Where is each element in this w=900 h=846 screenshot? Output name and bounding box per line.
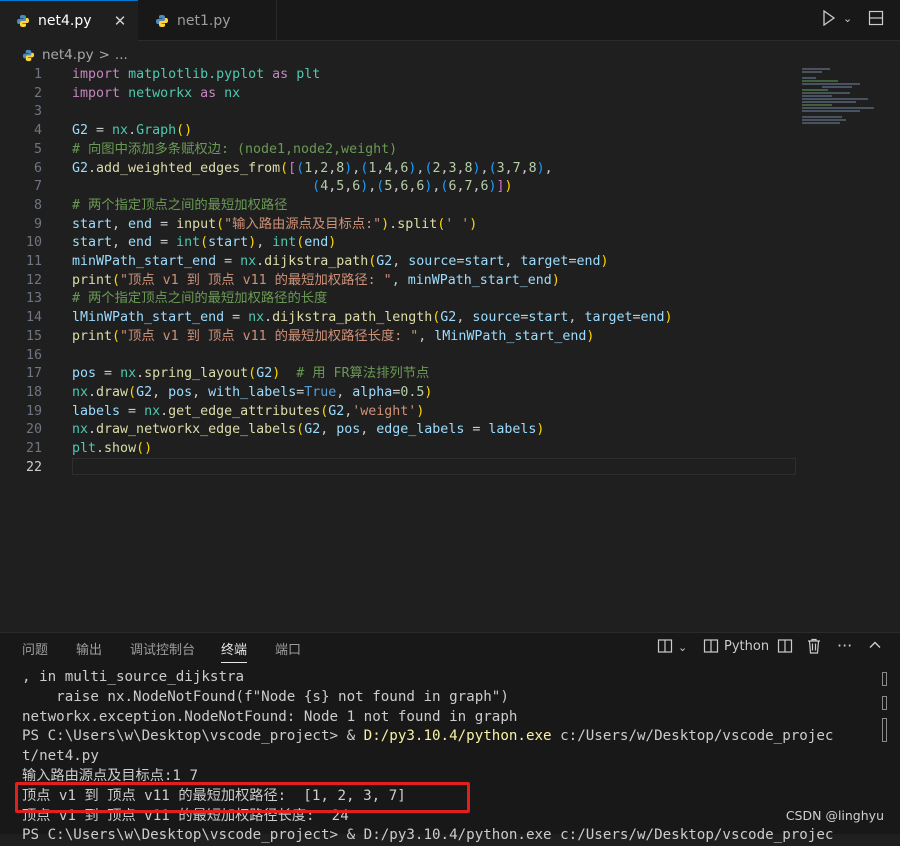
- code-line: # 两个指定顶点之间的最短加权路径: [72, 197, 288, 213]
- line-number: 8: [33, 197, 42, 213]
- code-line: nx.draw(G2, pos, with_labels=True, alpha…: [72, 384, 433, 400]
- run-dropdown-icon[interactable]: ⌄: [843, 12, 852, 32]
- line-number: 12: [25, 272, 42, 288]
- tab-net1[interactable]: net1.py: [139, 0, 277, 41]
- code-line: pos = nx.spring_layout(G2) # 用 FR算法排列节点: [72, 366, 430, 382]
- tab-net4[interactable]: net4.py ✕: [0, 0, 138, 41]
- line-number: 21: [25, 441, 42, 456]
- minimap[interactable]: [800, 66, 880, 126]
- line-number-current: 22: [25, 459, 42, 475]
- highlight-box: [15, 782, 470, 813]
- line-number: 1: [33, 67, 42, 82]
- trash-icon[interactable]: [807, 638, 821, 658]
- terminal-line: PS C:\Users\w\Desktop\vscode_project> & …: [22, 827, 834, 844]
- split-editor-icon[interactable]: [868, 10, 884, 30]
- code-line: G2 = nx.Graph(): [72, 123, 193, 139]
- terminal-line: , in multi_source_dijkstra: [22, 669, 245, 685]
- tab-label: net4.py: [38, 13, 92, 29]
- terminal-line: networkx.exception.NodeNotFound: Node 1 …: [22, 708, 518, 725]
- python-terminal-icon: [703, 638, 719, 658]
- close-icon[interactable]: ✕: [112, 12, 128, 30]
- line-number: 7: [33, 179, 42, 195]
- python-file-icon: [22, 49, 35, 61]
- line-number: 4: [33, 123, 42, 139]
- line-number: 5: [33, 141, 42, 157]
- code-line: # 向图中添加多条赋权边: (node1,node2,weight): [72, 141, 398, 157]
- tab-ports[interactable]: 端口: [275, 639, 301, 659]
- maximize-panel-icon[interactable]: [868, 638, 882, 656]
- code-line: print("顶点 v1 到 顶点 v11 的最短加权路径长度: ", lMin…: [72, 328, 595, 344]
- line-number: 18: [25, 384, 42, 400]
- new-terminal-split-icon[interactable]: [657, 638, 673, 658]
- code-line: start, end = input("输入路由源点及目标点:").split(…: [72, 216, 478, 232]
- tab-output[interactable]: 输出: [76, 639, 102, 659]
- python-file-icon: [156, 14, 168, 27]
- line-number: 9: [33, 216, 42, 232]
- editor-tab-bar: net4.py ✕ net1.py ⌄: [0, 0, 900, 41]
- tab-debug-console[interactable]: 调试控制台: [130, 639, 195, 659]
- code-line: start, end = int(start), int(end): [72, 235, 337, 251]
- code-line: lMinWPath_start_end = nx.dijkstra_path_l…: [72, 310, 673, 326]
- terminal-script-path: c:/Users/w/Desktop/vscode_projec: [551, 728, 834, 745]
- code-line: (4,5,6),(5,6,6),(6,7,6)]): [312, 179, 513, 195]
- python-file-icon: [17, 15, 29, 27]
- run-icon[interactable]: [822, 9, 836, 30]
- line-number: 14: [25, 310, 42, 326]
- terminal-line: PS C:\Users\w\Desktop\vscode_project> & …: [22, 727, 882, 747]
- code-editor[interactable]: 1 import matplotlib.pyplot as plt 2 import…: [0, 66, 900, 631]
- split-terminal-icon[interactable]: [777, 638, 793, 658]
- breadcrumb-separator: >: [98, 47, 110, 63]
- line-number: 15: [25, 328, 42, 344]
- code-line: # 两个指定顶点之间的最短加权路径的长度: [72, 291, 328, 307]
- line-number: 6: [33, 160, 42, 176]
- tab-problems[interactable]: 问题: [22, 639, 48, 659]
- code-line: G2.add_weighted_edges_from([(1,2,8),(1,4…: [72, 160, 553, 176]
- line-number: 11: [25, 254, 42, 269]
- line-number: 3: [33, 104, 42, 120]
- code-line: print("顶点 v1 到 顶点 v11 的最短加权路径: ", minWPa…: [72, 272, 560, 288]
- terminal-prompt: PS C:\Users\w\Desktop\vscode_project> &: [22, 728, 364, 745]
- terminal-output[interactable]: , in multi_source_dijkstra raise nx.Node…: [22, 668, 882, 846]
- line-number: 2: [33, 85, 42, 101]
- breadcrumb-file[interactable]: net4.py: [42, 47, 94, 63]
- code-line: import networkx as nx: [72, 85, 241, 101]
- line-number: 19: [25, 403, 42, 419]
- code-line: plt.show(): [72, 441, 153, 456]
- watermark: CSDN @linghyu: [785, 808, 884, 823]
- code-line: minWPath_start_end = nx.dijkstra_path(G2…: [72, 254, 609, 269]
- chevron-down-icon[interactable]: ⌄: [678, 641, 687, 654]
- line-number: 13: [25, 291, 42, 307]
- line-number: 10: [25, 235, 42, 251]
- code-line: nx.draw_networkx_edge_labels(G2, pos, ed…: [72, 422, 545, 438]
- more-icon[interactable]: ···: [837, 636, 852, 655]
- terminal-line: t/net4.py: [22, 748, 99, 765]
- line-number: 20: [25, 422, 42, 438]
- line-number: 17: [25, 366, 42, 382]
- breadcrumb: net4.py > ...: [22, 45, 128, 65]
- terminal-shell-label[interactable]: Python: [724, 639, 769, 654]
- line-number: 16: [25, 347, 42, 363]
- code-line: labels = nx.get_edge_attributes(G2,'weig…: [72, 403, 425, 419]
- tab-label: net1.py: [177, 12, 231, 29]
- breadcrumb-more[interactable]: ...: [115, 47, 128, 63]
- code-line: import matplotlib.pyplot as plt: [72, 67, 321, 82]
- terminal-python-path: D:/py3.10.4/python.exe: [363, 728, 552, 745]
- tab-terminal[interactable]: 终端: [221, 639, 248, 663]
- terminal-line: raise nx.NodeNotFound(f"Node {s} not fou…: [22, 688, 509, 705]
